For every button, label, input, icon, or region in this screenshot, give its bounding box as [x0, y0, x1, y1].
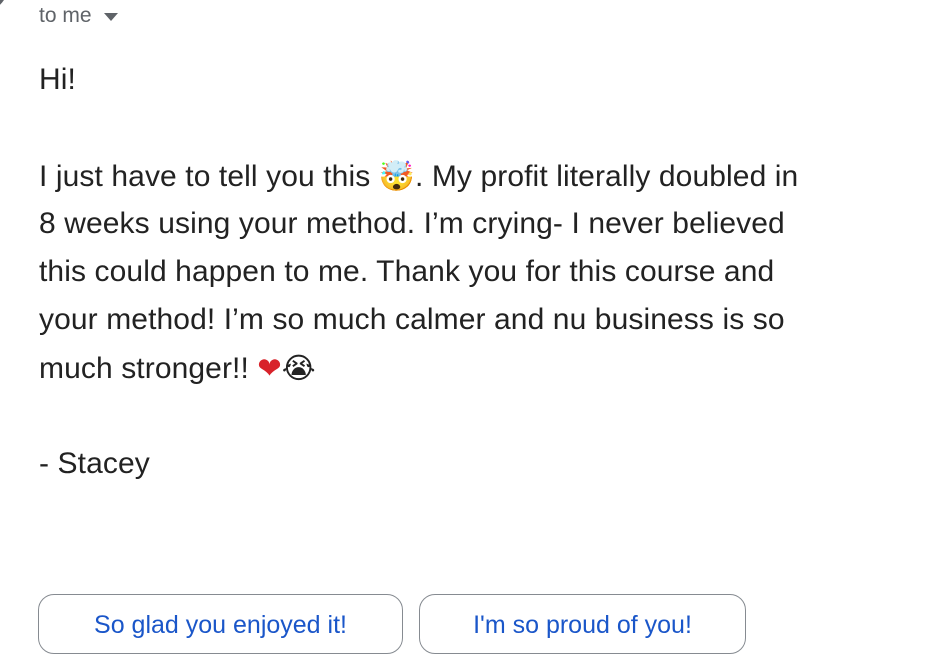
smart-reply-button[interactable]: So glad you enjoyed it! — [38, 594, 403, 654]
recipient-details-toggle[interactable]: to me — [39, 3, 118, 29]
sender-avatar[interactable] — [0, 0, 8, 12]
body-line-2: 8 weeks using your method. I’m crying- I… — [39, 207, 785, 240]
exploding-head-emoji-icon: 🤯 — [378, 159, 415, 193]
body-line-4: your method! I’m so much calmer and nu b… — [39, 303, 785, 336]
chevron-down-icon[interactable] — [103, 13, 118, 21]
body-line-5: much stronger!! ❤😭 — [39, 344, 919, 392]
red-heart-emoji-icon: ❤ — [257, 351, 282, 385]
smart-reply-label: I'm so proud of you! — [473, 611, 692, 639]
recipient-label: to me — [39, 4, 92, 27]
body-line-5-text: much stronger!! — [39, 352, 258, 385]
body-line-3: this could happen to me. Thank you for t… — [39, 255, 775, 288]
body-line-1-end: . My profit literally doubled in — [414, 160, 799, 193]
smart-reply-button[interactable]: I'm so proud of you! — [419, 594, 746, 654]
body-line-1-start: I just have to tell you this — [39, 160, 379, 193]
crying-face-emoji-icon: 😭 — [281, 351, 316, 385]
body-line-1: I just have to tell you this 🤯. My profi… — [39, 152, 919, 200]
greeting: Hi! — [39, 63, 76, 96]
smart-reply-label: So glad you enjoyed it! — [94, 611, 347, 639]
message-body: Hi! I just have to tell you this 🤯. My p… — [39, 56, 919, 488]
signature: - Stacey — [39, 447, 150, 480]
